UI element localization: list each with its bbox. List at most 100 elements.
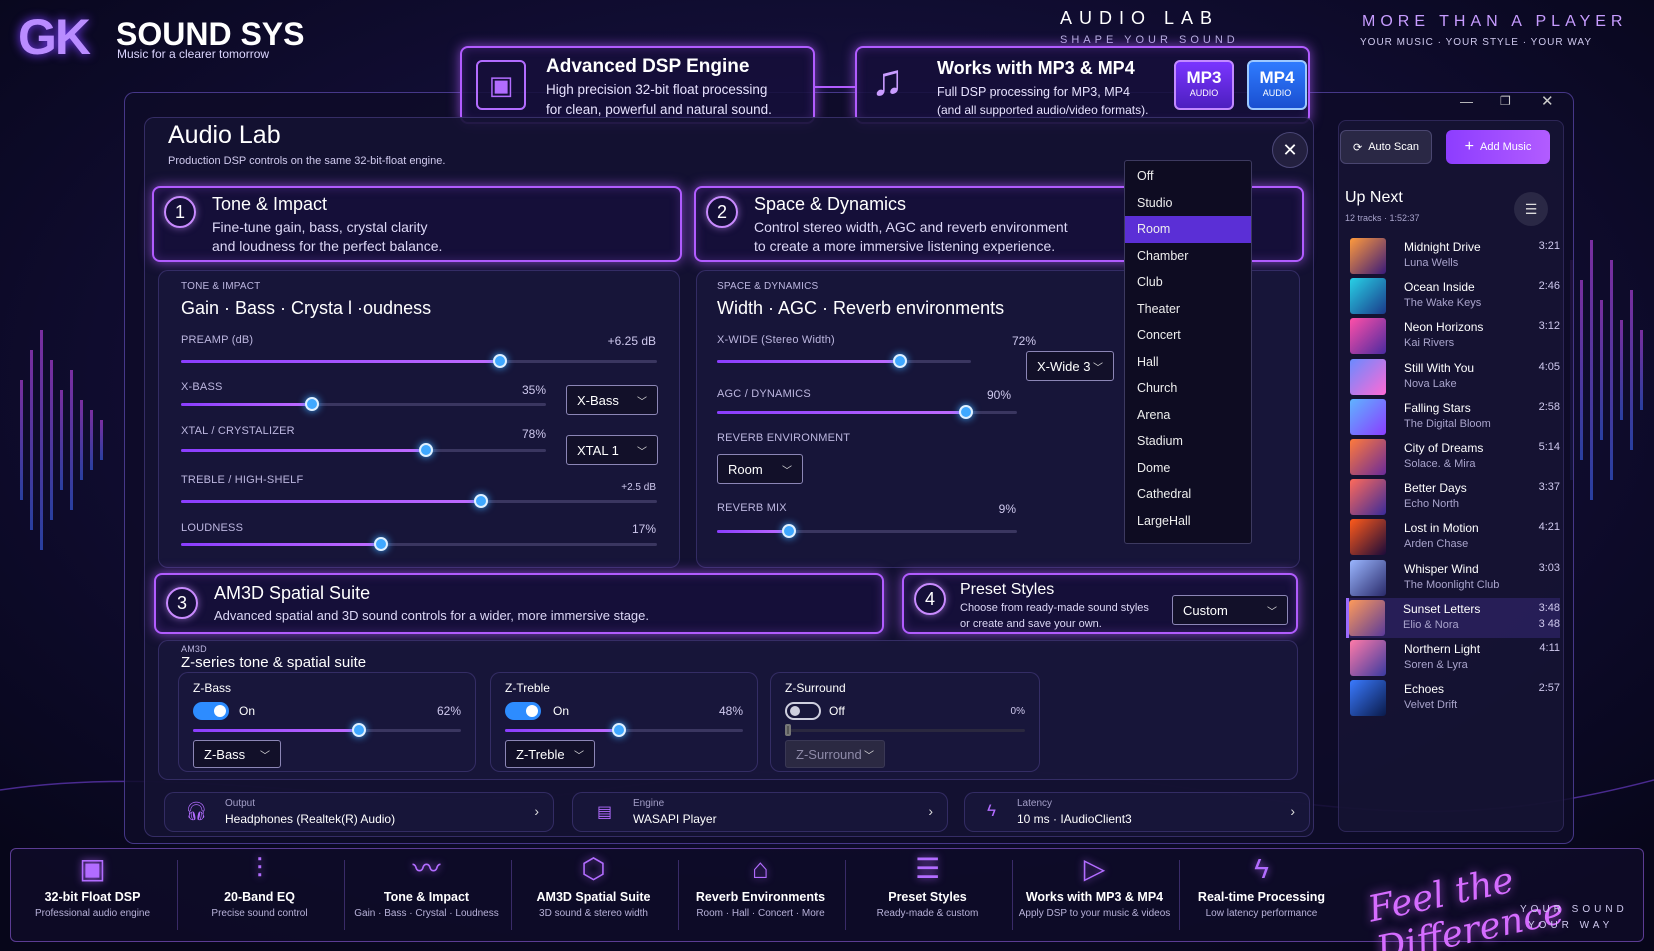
reverb-menu-item[interactable]: Chamber [1125, 243, 1251, 270]
am3d-heading: Z-series tone & spatial suite [181, 654, 367, 671]
mp3-badge-sub: AUDIO [1189, 88, 1219, 98]
reverb-mix-slider-fill [717, 530, 789, 533]
track-duration: 3:03 [1538, 561, 1560, 574]
track-item[interactable]: Sunset Letters Elio & Nora 3:48 3 48 [1346, 597, 1560, 638]
format-callout-line2: (and all supported audio/video formats). [937, 103, 1149, 117]
reverb-menu-item[interactable]: Studio [1125, 190, 1251, 217]
track-duration: 4:21 [1538, 521, 1560, 534]
preamp-slider-fill [181, 360, 500, 363]
file-audio-icon: ▤ [597, 804, 613, 821]
reverb-mix-value: 9% [998, 502, 1016, 516]
xtal-slider-knob[interactable] [418, 443, 433, 457]
zbass-toggle[interactable] [193, 702, 229, 720]
latency-status[interactable]: ϟ Latency 10 ms · IAudioClient3 › [964, 792, 1310, 832]
xbass-select-value: X-Bass [577, 392, 619, 408]
section-title: AM3D Spatial Suite [214, 583, 371, 603]
reverb-menu-item[interactable]: Cathedral [1125, 481, 1251, 508]
loudness-slider[interactable] [181, 537, 657, 551]
scan-icon: ⟳ [1353, 141, 1363, 154]
reverb-menu-item[interactable]: Stadium [1125, 428, 1251, 455]
reverb-menu-item[interactable]: Dome [1125, 455, 1251, 482]
zsurround-state: Off [829, 704, 845, 718]
reverb-menu-item[interactable]: Theater [1125, 296, 1251, 323]
reverb-environment-menu[interactable]: Off Studio Room Chamber Club Theater Concert Ha… [1124, 160, 1252, 544]
queue-icon-button[interactable]: ☰ [1514, 192, 1548, 226]
reverb-menu-item[interactable]: Arena [1125, 402, 1251, 429]
track-item[interactable]: Northern Light Soren & Lyra 4:11 [1350, 638, 1560, 678]
agc-slider-knob[interactable] [959, 405, 973, 419]
section-line2: to create a more immersive listening exp… [754, 238, 1056, 254]
reverb-menu-item[interactable]: Club [1125, 269, 1251, 296]
preset-select[interactable]: Custom ﹀ [1172, 595, 1288, 625]
xwide-select[interactable]: X-Wide 3 ﹀ [1026, 351, 1114, 381]
track-item[interactable]: Falling Stars The Digital Bloom 2:58 [1350, 397, 1560, 437]
feature-title: Reverb Environments [695, 890, 826, 904]
reverb-menu-item[interactable]: LargeHall [1125, 508, 1251, 535]
space-heading: Width · AGC · Reverb environments [717, 298, 1005, 318]
ztreble-toggle[interactable] [505, 702, 541, 720]
ztreble-slider-knob[interactable] [612, 723, 627, 737]
track-item[interactable]: Midnight Drive Luna Wells 3:21 [1350, 236, 1560, 276]
loudness-label: LOUDNESS [181, 522, 244, 534]
track-artist: The Wake Keys [1404, 297, 1482, 310]
zbass-value: 62% [436, 704, 461, 718]
track-item[interactable]: Better Days Echo North 3:37 [1350, 477, 1560, 517]
track-artist: Solace. & Mira [1404, 458, 1476, 470]
chevron-down-icon: ﹀ [637, 446, 647, 458]
zbass-slider[interactable] [193, 723, 461, 737]
zbass-slider-knob[interactable] [352, 723, 367, 737]
reverb-menu-item[interactable]: Hall [1125, 349, 1251, 376]
xwide-slider-knob[interactable] [892, 354, 907, 368]
reverb-mix-slider-knob[interactable] [782, 524, 796, 538]
xtal-slider[interactable] [181, 443, 546, 457]
output-label: Output [225, 798, 256, 809]
add-music-button[interactable]: + Add Music [1446, 130, 1550, 164]
chevron-down-icon: ﹀ [574, 750, 584, 762]
reverb-menu-item[interactable]: Off [1125, 163, 1251, 190]
minimize-icon[interactable]: — [1460, 94, 1473, 109]
xbass-slider[interactable] [181, 397, 546, 411]
track-item[interactable]: Ocean Inside The Wake Keys 2:46 [1350, 276, 1560, 316]
header-right-title: MORE THAN A PLAYER [1362, 13, 1628, 30]
track-item[interactable]: Lost in Motion Arden Chase 4:21 [1350, 517, 1560, 557]
zsurround-slider-knob[interactable] [785, 724, 791, 736]
preamp-value: +6.25 dB [607, 334, 656, 348]
feature-item: 〰 Tone & Impact Gain · Bass · Crystal · Lo… [344, 852, 509, 919]
format-callout-title: Works with MP3 & MP4 [937, 58, 1135, 78]
window-close-icon[interactable]: ✕ [1541, 92, 1554, 110]
close-panel-button[interactable]: ✕ [1272, 132, 1308, 168]
preamp-slider[interactable] [181, 354, 657, 368]
track-item[interactable]: Whisper Wind The Moonlight Club 3:03 [1350, 558, 1560, 598]
callout-connector [815, 86, 855, 88]
zsurround-select[interactable]: Z-Surround ﹀ [785, 740, 885, 768]
zbass-select[interactable]: Z-Bass ﹀ [193, 740, 281, 768]
treble-slider-knob[interactable] [473, 494, 488, 508]
brand-logo: GK [18, 9, 91, 65]
track-item[interactable]: Echoes Velvet Drift 2:57 [1350, 678, 1560, 718]
loudness-slider-knob[interactable] [373, 537, 388, 551]
reverb-menu-item[interactable]: Concert [1125, 322, 1251, 349]
xtal-select[interactable]: XTAL 1 ﹀ [566, 435, 658, 465]
track-item[interactable]: City of Dreams Solace. & Mira 5:14 [1350, 437, 1560, 477]
engine-status[interactable]: ▤ Engine WASAPI Player › [572, 792, 948, 832]
xbass-select[interactable]: X-Bass ﹀ [566, 385, 658, 415]
reverb-menu-item[interactable]: Room [1125, 216, 1251, 243]
agc-slider[interactable] [717, 405, 1017, 419]
reverb-mix-slider[interactable] [717, 524, 1017, 538]
auto-scan-button[interactable]: ⟳ Auto Scan [1340, 130, 1432, 164]
feature-divider [344, 860, 345, 930]
zsurround-toggle[interactable] [785, 702, 821, 720]
zsurround-slider[interactable] [785, 724, 1025, 736]
track-item[interactable]: Neon Horizons Kai Rivers 3:12 [1350, 316, 1560, 356]
output-status[interactable]: 🎧︎ Output Headphones (Realtek(R) Audio) … [164, 792, 554, 832]
queue-icon: ☰ [1524, 200, 1538, 217]
ztreble-select[interactable]: Z-Treble ﹀ [505, 740, 595, 768]
treble-slider[interactable] [181, 494, 657, 508]
xwide-slider[interactable] [717, 354, 971, 368]
restore-icon[interactable]: ❐ [1500, 94, 1511, 108]
preamp-slider-knob[interactable] [492, 354, 507, 368]
reverb-menu-item[interactable]: Church [1125, 375, 1251, 402]
track-item[interactable]: Still With You Nova Lake 4:05 [1350, 357, 1560, 397]
ztreble-slider[interactable] [505, 723, 743, 737]
reverb-env-select[interactable]: Room ﹀ [717, 454, 803, 484]
